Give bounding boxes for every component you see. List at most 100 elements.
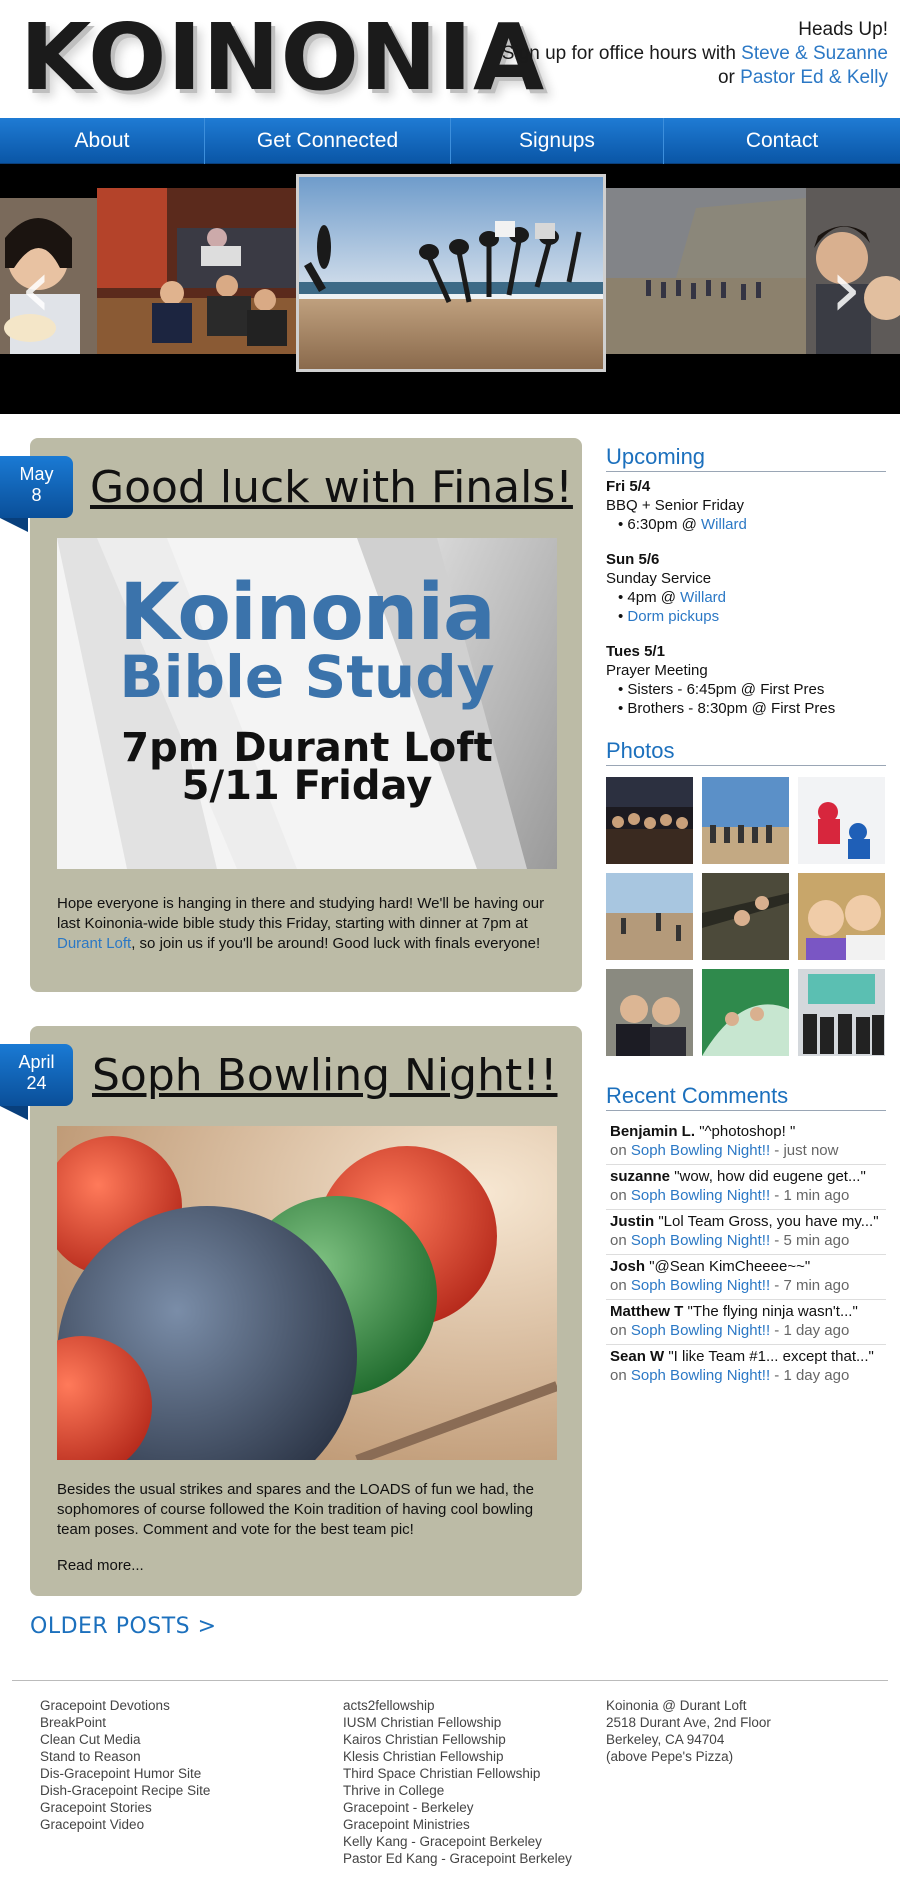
- durant-loft-link[interactable]: Durant Loft: [57, 935, 131, 952]
- photo-thumb[interactable]: [606, 777, 693, 864]
- bowling-balls-image[interactable]: [57, 1126, 557, 1460]
- footer-link[interactable]: Gracepoint Video: [40, 1816, 210, 1833]
- comment-item: suzanne "wow, how did eugene get..." on S…: [606, 1165, 886, 1210]
- carousel-next-icon[interactable]: ›: [830, 242, 862, 335]
- photo-thumb[interactable]: [798, 873, 885, 960]
- photo-thumb[interactable]: [702, 777, 789, 864]
- photo-thumb[interactable]: [702, 969, 789, 1056]
- read-more-link[interactable]: Read more...: [57, 1556, 144, 1576]
- carousel-slide-2[interactable]: [97, 188, 297, 354]
- nav-get-connected[interactable]: Get Connected: [205, 118, 451, 164]
- footer-link[interactable]: Stand to Reason: [40, 1748, 210, 1765]
- photo-thumb[interactable]: [606, 969, 693, 1056]
- older-posts-link[interactable]: OLDER POSTS >: [30, 1614, 217, 1639]
- footer-link[interactable]: Thrive in College: [343, 1782, 572, 1799]
- post-bowling-title[interactable]: Soph Bowling Night!!: [92, 1050, 557, 1101]
- comment-author[interactable]: Justin: [610, 1213, 654, 1230]
- post-bowling-body: Besides the usual strikes and spares and…: [57, 1481, 534, 1538]
- pastor-ed-kelly-link[interactable]: Pastor Ed & Kelly: [740, 67, 888, 88]
- footer-link[interactable]: Clean Cut Media: [40, 1731, 210, 1748]
- address-line: (above Pepe's Pizza): [606, 1749, 734, 1764]
- slide-photo-living-room: [97, 188, 297, 354]
- footer-link[interactable]: Gracepoint Ministries: [343, 1816, 572, 1833]
- comment-post-link[interactable]: Soph Bowling Night!!: [631, 1367, 770, 1384]
- post-finals-title[interactable]: Good luck with Finals!: [90, 462, 573, 513]
- carousel-slide-4[interactable]: [606, 188, 806, 354]
- event-prayer-meeting: Tues 5/1 Prayer Meeting Sisters - 6:45pm…: [606, 642, 896, 718]
- main-nav: About Get Connected Signups Contact: [0, 118, 900, 164]
- footer-link[interactable]: acts2fellowship: [343, 1697, 572, 1714]
- comment-post-link[interactable]: Soph Bowling Night!!: [631, 1187, 770, 1204]
- post-bowling: Besides the usual strikes and spares and…: [30, 1026, 582, 1596]
- comment-author[interactable]: Sean W: [610, 1348, 664, 1365]
- comment-post-link[interactable]: Soph Bowling Night!!: [631, 1322, 770, 1339]
- heads-up-notice: Heads Up! Sign up for office hours with …: [502, 18, 888, 90]
- nav-about[interactable]: About: [0, 118, 205, 164]
- footer-link[interactable]: Gracepoint Devotions: [40, 1697, 210, 1714]
- flyer-date: 5/11 Friday: [181, 763, 433, 809]
- carousel-prev-icon[interactable]: ‹: [20, 242, 52, 335]
- footer-link[interactable]: Kelly Kang - Gracepoint Berkeley: [343, 1833, 572, 1850]
- nav-contact[interactable]: Contact: [664, 118, 900, 164]
- footer-address: Koinonia @ Durant Loft 2518 Durant Ave, …: [606, 1697, 771, 1765]
- recent-comments-heading: Recent Comments: [606, 1083, 886, 1111]
- site-header: KOINONIA Heads Up! Sign up for office ho…: [0, 0, 900, 118]
- footer-divider: [12, 1680, 888, 1681]
- comment-post-link[interactable]: Soph Bowling Night!!: [631, 1232, 770, 1249]
- comment-author[interactable]: Matthew T: [610, 1303, 683, 1320]
- bible-study-flyer[interactable]: Koinonia Bible Study 7pm Durant Loft 5/1…: [57, 538, 557, 869]
- footer-link[interactable]: Kairos Christian Fellowship: [343, 1731, 572, 1748]
- steve-suzanne-link[interactable]: Steve & Suzanne: [741, 43, 888, 64]
- comment-author[interactable]: suzanne: [610, 1168, 670, 1185]
- event-bbq: Fri 5/4 BBQ + Senior Friday 6:30pm @ Wil…: [606, 477, 896, 534]
- footer-link[interactable]: Klesis Christian Fellowship: [343, 1748, 572, 1765]
- footer-link[interactable]: Gracepoint - Berkeley: [343, 1799, 572, 1816]
- upcoming-heading: Upcoming: [606, 444, 886, 472]
- photo-thumb[interactable]: [702, 873, 789, 960]
- signup-text: Sign up for office hours with: [501, 43, 742, 64]
- upcoming-events: Fri 5/4 BBQ + Senior Friday 6:30pm @ Wil…: [606, 477, 896, 734]
- footer-link[interactable]: Gracepoint Stories: [40, 1799, 210, 1816]
- address-line: 2518 Durant Ave, 2nd Floor: [606, 1715, 771, 1730]
- comment-author[interactable]: Josh: [610, 1258, 645, 1275]
- photo-grid: [606, 777, 888, 1056]
- post-finals-body: Hope everyone is hanging in there and st…: [57, 895, 545, 952]
- footer-link[interactable]: Dis-Gracepoint Humor Site: [40, 1765, 210, 1782]
- photo-thumb[interactable]: [606, 873, 693, 960]
- event-item: 6:30pm @ Willard: [618, 515, 896, 534]
- post-finals: Koinonia Bible Study 7pm Durant Loft 5/1…: [30, 438, 582, 992]
- bowling-balls-photo: [57, 1126, 557, 1460]
- footer-link[interactable]: IUSM Christian Fellowship: [343, 1714, 572, 1731]
- comment-author[interactable]: Benjamin L.: [610, 1123, 695, 1140]
- willard-link[interactable]: Willard: [680, 589, 726, 606]
- event-sunday-service: Sun 5/6 Sunday Service 4pm @ Willard Dor…: [606, 550, 896, 626]
- comment-item: Justin "Lol Team Gross, you have my..." o…: [606, 1210, 886, 1255]
- comment-item: Josh "@Sean KimCheeee~~" on Soph Bowling …: [606, 1255, 886, 1300]
- footer-links-col1: Gracepoint Devotions BreakPoint Clean Cu…: [40, 1697, 210, 1833]
- photo-carousel: ‹ ›: [0, 164, 900, 414]
- carousel-slide-center[interactable]: [296, 174, 606, 372]
- footer-link[interactable]: Pastor Ed Kang - Gracepoint Berkeley: [343, 1850, 572, 1867]
- footer-link[interactable]: Third Space Christian Fellowship: [343, 1765, 572, 1782]
- event-item: Brothers - 8:30pm @ First Pres: [618, 699, 896, 718]
- comment-item: Sean W "I like Team #1... except that...…: [610, 1348, 874, 1384]
- photo-thumb[interactable]: [798, 777, 885, 864]
- nav-signups[interactable]: Signups: [451, 118, 664, 164]
- flyer-location: 7pm Durant Loft: [121, 725, 493, 771]
- photo-thumb[interactable]: [798, 969, 885, 1056]
- heads-up-title: Heads Up!: [798, 19, 888, 40]
- address-line: Berkeley, CA 94704: [606, 1732, 725, 1747]
- flyer-title: Koinonia: [119, 568, 495, 658]
- recent-comments-list: Benjamin L. "^photoshop! " on Soph Bowlin…: [606, 1120, 886, 1389]
- comment-post-link[interactable]: Soph Bowling Night!!: [631, 1277, 770, 1294]
- dorm-pickups-link[interactable]: Dorm pickups: [627, 608, 719, 625]
- comment-post-link[interactable]: Soph Bowling Night!!: [631, 1142, 770, 1159]
- post-date-badge: May 8: [0, 456, 73, 532]
- footer-link[interactable]: BreakPoint: [40, 1714, 210, 1731]
- event-item: 4pm @ Willard: [618, 588, 896, 607]
- comment-item: Benjamin L. "^photoshop! " on Soph Bowlin…: [606, 1120, 886, 1165]
- footer-link[interactable]: Dish-Gracepoint Recipe Site: [40, 1782, 210, 1799]
- flyer-subtitle: Bible Study: [119, 643, 495, 711]
- site-logo[interactable]: KOINONIA: [20, 8, 545, 108]
- willard-link[interactable]: Willard: [701, 516, 747, 533]
